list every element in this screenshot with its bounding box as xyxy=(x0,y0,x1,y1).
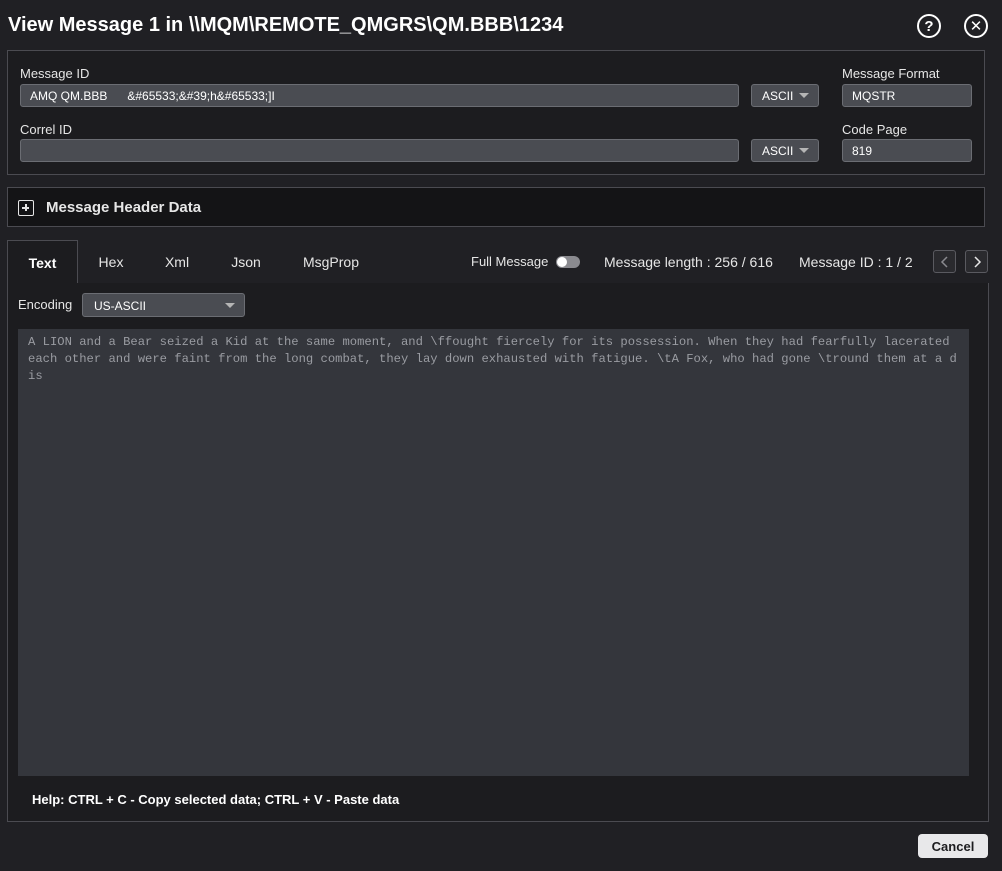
full-message-toggle[interactable] xyxy=(556,256,580,268)
message-format-input[interactable]: MQSTR xyxy=(842,84,972,107)
previous-message-button[interactable] xyxy=(933,250,956,273)
encoding-value: US-ASCII xyxy=(94,299,147,313)
help-icon[interactable]: ? xyxy=(917,14,941,38)
chevron-right-icon xyxy=(973,255,981,268)
message-id-encoding-select[interactable]: ASCII xyxy=(751,84,819,107)
tab-text[interactable]: Text xyxy=(7,240,78,284)
tab-json[interactable]: Json xyxy=(210,240,282,284)
message-header-label: Message Header Data xyxy=(46,199,202,216)
message-id-input[interactable]: AMQ QM.BBB &#65533;&#39;h&#65533;]I xyxy=(20,84,739,107)
correl-id-input[interactable] xyxy=(20,139,739,162)
encoding-label: Encoding xyxy=(18,297,73,312)
toggle-knob xyxy=(557,257,567,267)
cancel-button[interactable]: Cancel xyxy=(918,834,988,858)
dialog-title: View Message 1 in \\MQM\REMOTE_QMGRS\QM.… xyxy=(8,14,564,36)
tab-hex[interactable]: Hex xyxy=(78,240,144,284)
correl-id-encoding-select[interactable]: ASCII xyxy=(751,139,819,162)
code-page-label: Code Page xyxy=(842,122,908,137)
chevron-down-icon xyxy=(225,303,235,308)
message-header-section[interactable]: Message Header Data xyxy=(7,187,985,227)
tab-xml[interactable]: Xml xyxy=(144,240,210,284)
chevron-down-icon xyxy=(799,93,809,98)
chevron-left-icon xyxy=(940,255,948,268)
correl-id-encoding-value: ASCII xyxy=(762,144,794,158)
message-content-text[interactable]: A LION and a Bear seized a Kid at the sa… xyxy=(28,334,962,385)
chevron-down-icon xyxy=(799,148,809,153)
message-content-area[interactable]: A LION and a Bear seized a Kid at the sa… xyxy=(18,329,969,776)
correl-id-label: Correl ID xyxy=(20,122,73,137)
tab-msgprop[interactable]: MsgProp xyxy=(282,240,380,284)
message-format-label: Message Format xyxy=(842,66,940,81)
message-index: Message ID : 1 / 2 xyxy=(799,254,913,270)
message-length: Message length : 256 / 616 xyxy=(604,254,773,270)
message-fields-panel: Message ID AMQ QM.BBB &#65533;&#39;h&#65… xyxy=(7,50,985,175)
encoding-dropdown[interactable]: US-ASCII xyxy=(82,293,245,317)
message-id-encoding-value: ASCII xyxy=(762,89,794,103)
code-page-input[interactable]: 819 xyxy=(842,139,972,162)
close-icon[interactable]: ✕ xyxy=(964,14,988,38)
full-message-label: Full Message xyxy=(471,254,549,269)
next-message-button[interactable] xyxy=(965,250,988,273)
plus-square-icon[interactable] xyxy=(18,200,34,216)
message-id-label: Message ID xyxy=(20,66,90,81)
view-tabbar: Text Hex Xml Json MsgProp Full Message M… xyxy=(7,240,992,284)
message-body-panel: Encoding US-ASCII A LION and a Bear seiz… xyxy=(7,283,989,822)
help-text: Help: CTRL + C - Copy selected data; CTR… xyxy=(32,792,400,807)
